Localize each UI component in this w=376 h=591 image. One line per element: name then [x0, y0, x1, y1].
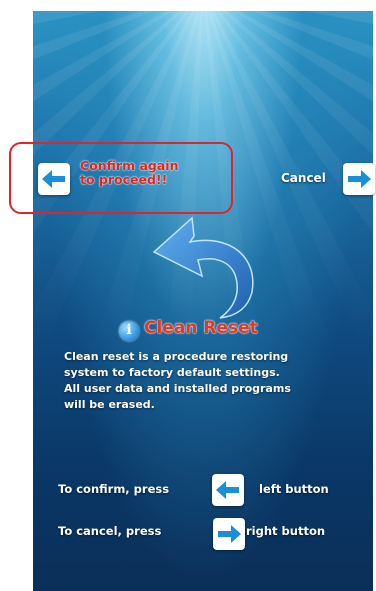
description-line: All user data and installed programs: [64, 382, 291, 395]
right-arrow-button[interactable]: [343, 163, 375, 195]
undo-arrow-icon: [152, 216, 254, 319]
confirm-instruction-suffix: left button: [259, 482, 329, 496]
left-arrow-icon: [216, 481, 239, 499]
right-arrow-icon: [218, 525, 241, 543]
dialog-title: Clean Reset: [144, 318, 258, 338]
cancel-instruction-suffix: right button: [246, 524, 326, 538]
description-text: Clean reset is a procedure restoring sys…: [64, 349, 364, 413]
confirm-left-key: [212, 474, 244, 506]
cancel-right-key: [213, 518, 245, 550]
info-icon: [119, 321, 139, 341]
cancel-label: Cancel: [281, 171, 326, 185]
description-line: will be erased.: [64, 398, 155, 411]
highlight-box: [9, 142, 233, 214]
confirm-instruction-prefix: To confirm, press: [58, 482, 170, 496]
right-arrow-icon: [348, 170, 371, 188]
cancel-instruction-prefix: To cancel, press: [58, 524, 162, 538]
description-line: Clean reset is a procedure restoring: [64, 350, 289, 363]
description-line: system to factory default settings.: [64, 366, 280, 379]
